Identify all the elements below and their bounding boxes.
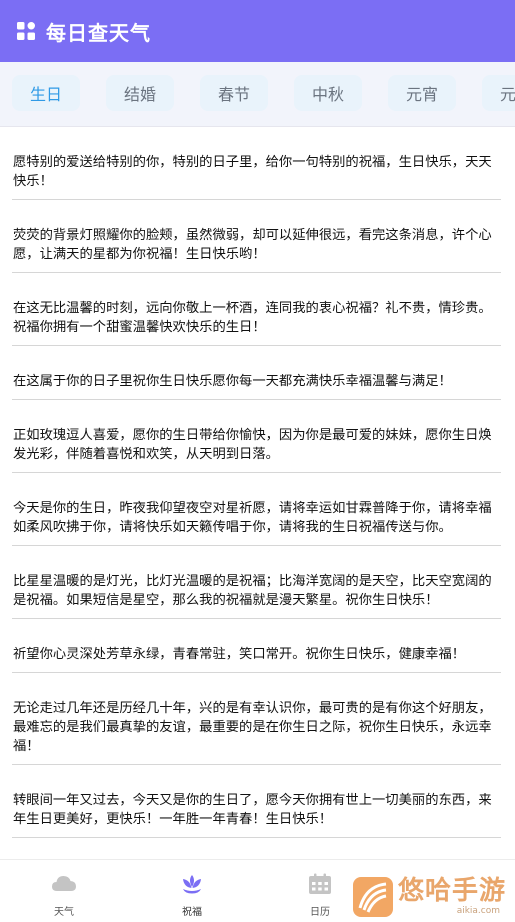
list-item[interactable]: 无论走过几年还是历经几十年，兴的是有幸认识你，最可贵的是有你这个好朋友，最难忘的… [12, 673, 501, 765]
blessing-list: 愿特别的爱送给特别的你，特别的日子里，给你一句特别的祝福，生日快乐，天天快乐！ … [0, 127, 515, 838]
nav-blessing-label: 祝福 [182, 907, 202, 918]
list-item[interactable]: 正如玫瑰逗人喜爱，愿你的生日带给你愉快，因为你是最可爱的妹妹，愿你生日焕发光彩，… [12, 400, 501, 473]
list-item[interactable]: 转眼间一年又过去，今天又是你的生日了，愿今天你拥有世上一切美丽的东西，来年生日更… [12, 765, 501, 838]
list-item[interactable]: 在这无比温馨的时刻，远向你敬上一杯酒，连同我的衷心祝福？礼不贵，情珍贵。祝福你拥… [12, 273, 501, 346]
tab-birthday[interactable]: 生日 [12, 75, 80, 111]
watermark-text: 悠哈手游 [398, 876, 507, 906]
watermark-subtext: aikia.com [456, 906, 501, 916]
watermark-logo-icon [353, 876, 393, 917]
cloud-icon [52, 876, 76, 891]
lotus-icon [183, 875, 201, 894]
tab-lantern-festival[interactable]: 元宵 [388, 75, 456, 111]
nav-weather[interactable]: 天气 [0, 860, 128, 922]
grid-icon[interactable] [16, 21, 36, 41]
app-header: 每日查天气 [0, 0, 515, 62]
tab-new-year[interactable]: 元旦 [482, 75, 515, 111]
list-item[interactable]: 今天是你的生日，昨夜我仰望夜空对星祈愿，请将幸运如甘霖普降于你，请将幸福如柔风吹… [12, 473, 501, 546]
nav-calendar-label: 日历 [310, 907, 330, 918]
list-item[interactable]: 荧荧的背景灯照耀你的脸颊，虽然微弱，却可以延伸很远，看完这条消息，许个心愿，让满… [12, 200, 501, 273]
nav-weather-label: 天气 [54, 907, 74, 918]
tab-mid-autumn[interactable]: 中秋 [294, 75, 362, 111]
app-title: 每日查天气 [46, 20, 151, 45]
calendar-icon [309, 873, 331, 894]
list-item[interactable]: 在这属于你的日子里祝你生日快乐愿你每一天都充满快乐幸福温馨与满足！ [12, 346, 501, 400]
tab-wedding[interactable]: 结婚 [106, 75, 174, 111]
tab-spring-festival[interactable]: 春节 [200, 75, 268, 111]
nav-blessing[interactable]: 祝福 [128, 860, 256, 922]
watermark-logo: 悠哈手游 aikia.com [348, 872, 515, 921]
list-item[interactable]: 祈望你心灵深处芳草永绿，青春常驻，笑口常开。祝你生日快乐，健康幸福！ [12, 619, 501, 673]
category-tabs: 生日 结婚 春节 中秋 元宵 元旦 [0, 62, 515, 127]
list-item[interactable]: 愿特别的爱送给特别的你，特别的日子里，给你一句特别的祝福，生日快乐，天天快乐！ [12, 127, 501, 200]
list-item[interactable]: 比星星温暖的是灯光，比灯光温暖的是祝福；比海洋宽阔的是天空，比天空宽阔的是祝福。… [12, 546, 501, 619]
